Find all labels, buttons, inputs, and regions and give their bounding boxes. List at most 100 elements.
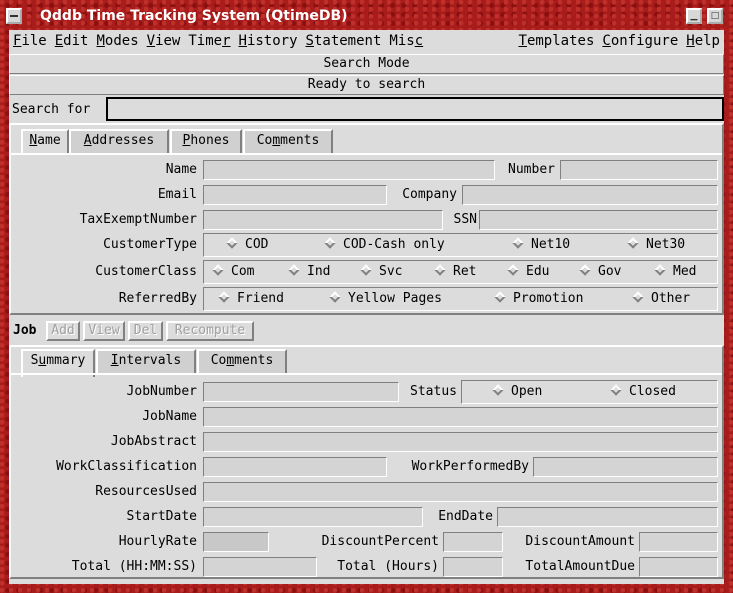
job-label: Job [13,323,37,338]
radio-diamond-icon [507,264,519,276]
radio-diamond-icon [654,264,666,276]
radio-diamond-icon [329,291,341,303]
radio-friend[interactable]: Friend [218,290,284,308]
menu-edit[interactable]: Edit [51,33,93,49]
label-company: Company [402,187,457,202]
email-field[interactable] [203,185,387,205]
menu-configure[interactable]: Configure [598,33,682,49]
window-title: Qddb Time Tracking System (QtimeDB) [40,8,348,24]
label-total-amount-due: TotalAmountDue [525,559,635,574]
menu-help[interactable]: Help [682,33,724,49]
tax-exempt-field[interactable] [203,210,443,230]
radio-diamond-icon [627,237,639,249]
label-job-number: JobNumber [126,384,197,399]
job-recompute-button[interactable]: Recompute [166,321,254,341]
company-field[interactable] [462,185,718,205]
total-hms-field[interactable] [203,557,317,577]
radio-diamond-icon [434,264,446,276]
work-classification-field[interactable] [203,457,387,477]
title-bar[interactable]: Qddb Time Tracking System (QtimeDB) ▁ □ [0,0,733,30]
radio-diamond-icon [512,237,524,249]
menu-view[interactable]: View [143,33,185,49]
work-performed-by-field[interactable] [533,457,718,477]
total-amount-due-field[interactable] [639,557,718,577]
radio-gov[interactable]: Gov [579,263,621,281]
customer-class-group: Com Ind Svc Ret Edu Gov Med [203,260,718,284]
menu-timer[interactable]: Timer [184,33,234,49]
menu-history[interactable]: History [235,33,302,49]
tab-comments[interactable]: Comments [243,129,333,153]
mode-indicator: Search Mode [9,54,724,74]
radio-cod-cash[interactable]: COD-Cash only [324,236,445,254]
application-client-area: File Edit Modes View Timer History State… [9,30,724,584]
radio-cod[interactable]: COD [226,236,268,254]
radio-ret[interactable]: Ret [434,263,476,281]
radio-diamond-icon [212,264,224,276]
menu-templates[interactable]: Templates [515,33,599,49]
radio-ind[interactable]: Ind [288,263,330,281]
tab-intervals[interactable]: Intervals [96,349,196,373]
job-abstract-field[interactable] [203,432,718,452]
job-panel: Summary Intervals Comments JobNumber Sta… [9,345,724,579]
radio-net30[interactable]: Net30 [627,236,685,254]
radio-edu[interactable]: Edu [507,263,549,281]
label-discount-percent: DiscountPercent [321,534,439,549]
radio-net10[interactable]: Net10 [512,236,570,254]
label-referred-by: ReferredBy [118,291,197,306]
radio-closed[interactable]: Closed [610,383,676,401]
search-row: Search for [9,97,724,121]
radio-com[interactable]: Com [212,263,254,281]
label-start-date: StartDate [126,509,197,524]
job-number-field[interactable] [203,382,399,402]
menu-modes[interactable]: Modes [92,33,142,49]
radio-other[interactable]: Other [632,290,690,308]
search-input[interactable] [106,97,724,121]
job-delete-button[interactable]: Del [128,321,163,341]
maximize-icon: □ [710,11,720,21]
customer-panel: Name Addresses Phones Comments Name Numb… [9,123,724,315]
menu-bar: File Edit Modes View Timer History State… [9,30,724,52]
tab-job-comments[interactable]: Comments [197,349,287,373]
menu-file[interactable]: File [9,33,51,49]
label-ssn: SSN [453,212,477,227]
total-hours-field[interactable] [443,557,503,577]
job-add-button[interactable]: Add [46,321,80,341]
radio-diamond-icon [492,384,504,396]
resources-used-field[interactable] [203,482,718,502]
tab-addresses[interactable]: Addresses [69,129,169,153]
radio-diamond-icon [226,237,238,249]
ssn-field[interactable] [479,210,718,230]
radio-yellow-pages[interactable]: Yellow Pages [329,290,442,308]
job-view-button[interactable]: View [83,321,125,341]
minimize-button[interactable]: ▁ [686,8,702,24]
radio-promotion[interactable]: Promotion [494,290,583,308]
radio-med[interactable]: Med [654,263,696,281]
hourly-rate-field[interactable] [203,532,269,552]
name-field[interactable] [203,160,495,180]
job-name-field[interactable] [203,407,718,427]
tab-name[interactable]: Name [21,129,69,155]
menu-misc[interactable]: Misc [385,33,427,49]
label-customer-class: CustomerClass [95,264,197,279]
radio-svc[interactable]: Svc [360,263,402,281]
radio-open[interactable]: Open [492,383,542,401]
status-message: Ready to search [9,75,724,95]
tab-phones[interactable]: Phones [170,129,242,153]
label-total-hours: Total (Hours) [337,559,439,574]
maximize-button[interactable]: □ [707,8,723,24]
start-date-field[interactable] [203,507,423,527]
discount-amount-field[interactable] [639,532,718,552]
label-status: Status [410,384,457,399]
customer-type-group: COD COD-Cash only Net10 Net30 [203,233,718,257]
search-label: Search for [12,101,91,117]
discount-percent-field[interactable] [443,532,503,552]
number-field[interactable] [560,160,718,180]
label-total-hms: Total (HH:MM:SS) [71,559,197,574]
label-tax-exempt: TaxExemptNumber [79,212,197,227]
window-menu-icon [10,15,18,17]
window-menu-button[interactable] [6,8,22,24]
label-end-date: EndDate [438,509,493,524]
menu-statement[interactable]: Statement [302,33,386,49]
end-date-field[interactable] [497,507,718,527]
label-resources-used: ResourcesUsed [95,484,197,499]
